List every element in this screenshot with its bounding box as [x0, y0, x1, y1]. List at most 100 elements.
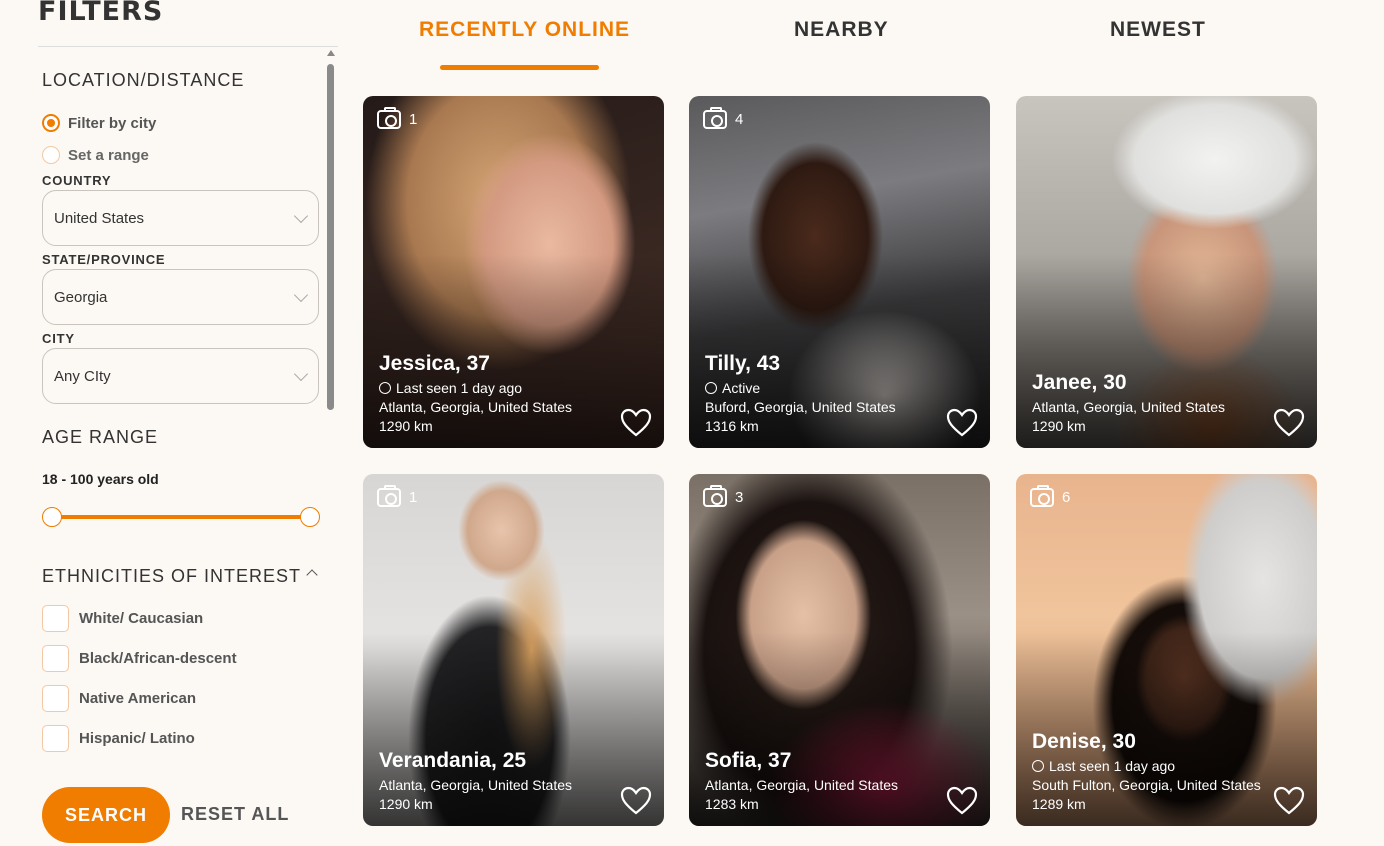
profile-card[interactable]: 1 Verandania, 25 Atlanta, Georgia, Unite… — [363, 474, 664, 826]
search-button[interactable]: SEARCH — [42, 787, 170, 843]
profile-card[interactable]: 4 Tilly, 43 Active Buford, Georgia, Unit… — [689, 96, 990, 448]
photo-count: 6 — [1030, 485, 1070, 507]
location-heading: LOCATION/DISTANCE — [42, 70, 245, 90]
profile-info: Sofia, 37 Atlanta, Georgia, United State… — [705, 749, 898, 815]
ethnicities-heading: ETHNICITIES OF INTEREST — [42, 566, 302, 586]
photo-count: 1 — [377, 485, 418, 507]
heart-icon[interactable] — [946, 408, 978, 438]
country-select-value: United States — [54, 209, 145, 227]
radio-checked-icon[interactable] — [42, 114, 60, 132]
profile-card[interactable]: 1 Jessica, 37 Last seen 1 day ago Atlant… — [363, 96, 664, 448]
photo-count-value: 3 — [735, 489, 744, 506]
checkbox[interactable] — [42, 725, 69, 752]
ethnicity-label: Hispanic/ Latino — [79, 730, 195, 747]
chevron-up-icon[interactable] — [306, 569, 318, 581]
photo-count-value: 4 — [735, 111, 744, 128]
profile-distance: 1316 km — [705, 418, 759, 434]
profile-info: Jessica, 37 Last seen 1 day ago Atlanta,… — [379, 352, 572, 437]
profile-status: Last seen 1 day ago — [379, 380, 572, 396]
profile-info: Tilly, 43 Active Buford, Georgia, United… — [705, 352, 896, 437]
heart-icon[interactable] — [946, 786, 978, 816]
profile-location: Atlanta, Georgia, United States — [379, 777, 572, 793]
heart-icon[interactable] — [620, 786, 652, 816]
age-range-heading: AGE RANGE — [42, 427, 159, 447]
slider-max-handle[interactable] — [300, 507, 320, 527]
checkbox[interactable] — [42, 605, 69, 632]
profile-location: Atlanta, Georgia, United States — [379, 399, 572, 415]
profile-distance: 1283 km — [705, 796, 759, 812]
status-dot-icon — [1032, 760, 1044, 772]
tab-nearby[interactable]: NEARBY — [794, 18, 889, 42]
heart-icon[interactable] — [1273, 408, 1305, 438]
chevron-down-icon — [293, 366, 309, 382]
profile-location: South Fulton, Georgia, United States — [1032, 777, 1261, 793]
ethnicity-option[interactable]: Black/African-descent — [42, 645, 237, 672]
camera-icon — [703, 485, 727, 507]
radio-unchecked-icon[interactable] — [42, 146, 60, 164]
profile-name: Tilly, 43 — [705, 352, 781, 375]
photo-count: 3 — [703, 485, 744, 507]
profile-card[interactable]: 3 Sofia, 37 Atlanta, Georgia, United Sta… — [689, 474, 990, 826]
photo-count: 4 — [703, 107, 744, 129]
radio-filter-by-city[interactable]: Filter by city — [42, 114, 156, 132]
checkbox[interactable] — [42, 645, 69, 672]
profile-name: Denise, 30 — [1032, 730, 1136, 753]
profile-location: Atlanta, Georgia, United States — [1032, 399, 1225, 415]
city-select[interactable]: Any CIty — [42, 348, 319, 404]
filters-sidebar: FILTERS LOCATION/DISTANCE Filter by city… — [0, 0, 340, 846]
state-select[interactable]: Georgia — [42, 269, 319, 325]
sidebar-divider — [38, 46, 338, 47]
tab-newest[interactable]: NEWEST — [1110, 18, 1206, 42]
status-dot-icon — [705, 382, 717, 394]
ethnicity-option[interactable]: White/ Caucasian — [42, 605, 203, 632]
city-select-value: Any CIty — [54, 367, 111, 385]
country-select[interactable]: United States — [42, 190, 319, 246]
profile-info: Janee, 30 Atlanta, Georgia, United State… — [1032, 371, 1225, 437]
ethnicity-label: White/ Caucasian — [79, 610, 204, 627]
radio-filter-by-city-label: Filter by city — [68, 114, 157, 132]
tab-recently-online[interactable]: RECENTLY ONLINE — [419, 18, 630, 42]
state-label: STATE/PROVINCE — [42, 252, 166, 267]
heart-icon[interactable] — [1273, 786, 1305, 816]
profile-distance: 1289 km — [1032, 796, 1086, 812]
chevron-down-icon — [293, 208, 309, 224]
profile-card[interactable]: 6 Denise, 30 Last seen 1 day ago South F… — [1016, 474, 1317, 826]
profile-location: Buford, Georgia, United States — [705, 399, 896, 415]
scrollbar-thumb[interactable] — [327, 64, 334, 410]
ethnicity-label: Native American — [79, 690, 196, 707]
profile-status-text: Active — [722, 380, 761, 396]
profile-status-text: Last seen 1 day ago — [1049, 758, 1176, 774]
city-label: CITY — [42, 331, 75, 346]
profile-info: Verandania, 25 Atlanta, Georgia, United … — [379, 749, 572, 815]
profile-name: Jessica, 37 — [379, 352, 490, 375]
scroll-up-arrow-icon[interactable] — [327, 50, 335, 56]
heart-icon[interactable] — [620, 408, 652, 438]
profile-status: Active — [705, 380, 896, 396]
profile-distance: 1290 km — [379, 796, 433, 812]
profile-distance: 1290 km — [379, 418, 433, 434]
reset-all-button[interactable]: RESET ALL — [181, 804, 289, 825]
radio-set-range[interactable]: Set a range — [42, 146, 149, 164]
photo-count-value: 1 — [409, 489, 418, 506]
checkbox[interactable] — [42, 685, 69, 712]
state-select-value: Georgia — [54, 288, 108, 306]
camera-icon — [377, 107, 401, 129]
radio-set-range-label: Set a range — [68, 146, 149, 164]
photo-count-value: 1 — [409, 111, 418, 128]
profile-name: Verandania, 25 — [379, 749, 527, 772]
country-label: COUNTRY — [42, 173, 112, 188]
slider-min-handle[interactable] — [42, 507, 62, 527]
ethnicity-option[interactable]: Native American — [42, 685, 196, 712]
active-tab-indicator — [440, 65, 599, 70]
profile-location: Atlanta, Georgia, United States — [705, 777, 898, 793]
profile-status-text: Last seen 1 day ago — [396, 380, 523, 396]
ethnicity-label: Black/African-descent — [79, 650, 237, 667]
filters-title: FILTERS — [38, 0, 164, 27]
slider-track[interactable] — [50, 515, 310, 519]
ethnicity-option[interactable]: Hispanic/ Latino — [42, 725, 195, 752]
profile-name: Sofia, 37 — [705, 749, 792, 772]
camera-icon — [703, 107, 727, 129]
profile-card[interactable]: Janee, 30 Atlanta, Georgia, United State… — [1016, 96, 1317, 448]
age-range-slider[interactable] — [42, 507, 320, 527]
sidebar-scrollbar[interactable] — [326, 48, 336, 846]
